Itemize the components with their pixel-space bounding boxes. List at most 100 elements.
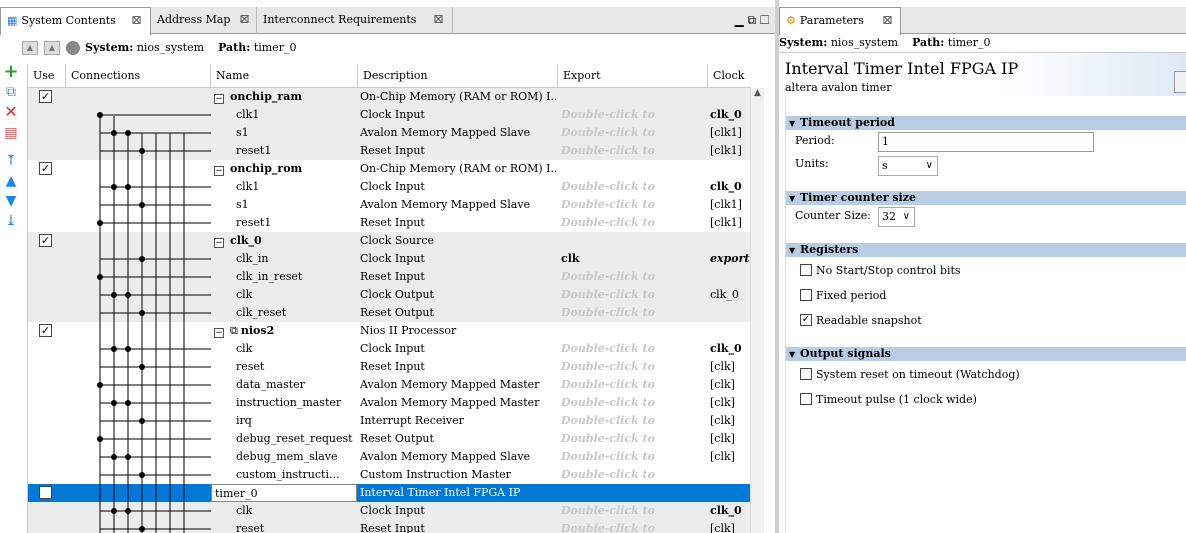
move-up-icon[interactable]: ▲ bbox=[2, 172, 20, 190]
clock-cell[interactable] bbox=[708, 232, 751, 250]
name-cell[interactable]: custom_instructi... bbox=[211, 466, 357, 484]
close-icon[interactable]: ⊠ bbox=[433, 7, 444, 33]
clock-cell[interactable]: clk_0 bbox=[708, 340, 751, 358]
tab-interconnect-requirements[interactable]: Interconnect Requirements ⊠ bbox=[257, 7, 453, 34]
clock-cell[interactable] bbox=[708, 268, 751, 286]
close-icon[interactable]: ⊠ bbox=[882, 8, 893, 34]
use-checkbox[interactable]: ✓ bbox=[39, 162, 52, 175]
export-cell[interactable]: Double-click to bbox=[558, 358, 706, 376]
connection-dot[interactable] bbox=[97, 112, 103, 118]
connection-dot[interactable] bbox=[139, 364, 145, 370]
no-startstop-checkbox[interactable] bbox=[800, 264, 812, 276]
use-checkbox[interactable]: ✓ bbox=[39, 324, 52, 337]
collapse-tree-icon[interactable]: − bbox=[214, 166, 224, 176]
connection-dot[interactable] bbox=[139, 310, 145, 316]
name-cell[interactable]: debug_mem_slave bbox=[211, 448, 357, 466]
timeout-pulse-checkbox[interactable] bbox=[800, 393, 812, 405]
name-cell[interactable]: − clk_0 bbox=[211, 232, 357, 250]
clock-cell[interactable]: [clk1] bbox=[708, 196, 751, 214]
name-cell[interactable]: − ⧉ nios2 bbox=[211, 322, 357, 340]
restore-icon[interactable]: ⧉ bbox=[748, 13, 757, 27]
export-cell[interactable]: Double-click to bbox=[558, 178, 706, 196]
col-clock[interactable]: Clock bbox=[708, 64, 751, 88]
export-cell[interactable]: Double-click to bbox=[558, 268, 706, 286]
connection-dot[interactable] bbox=[111, 346, 117, 352]
remove-icon[interactable]: ✕ bbox=[2, 103, 20, 121]
name-cell[interactable]: reset bbox=[211, 358, 357, 376]
move-down-icon[interactable]: ▼ bbox=[2, 192, 20, 210]
col-export[interactable]: Export bbox=[558, 64, 708, 88]
connection-dot[interactable] bbox=[97, 274, 103, 280]
export-cell[interactable] bbox=[558, 160, 706, 178]
section-registers[interactable]: ▼ Registers bbox=[786, 243, 1186, 257]
add-component-icon[interactable]: ⧉ bbox=[2, 83, 20, 101]
section-output-signals[interactable]: ▼ Output signals bbox=[786, 347, 1186, 361]
connection-dot[interactable] bbox=[139, 418, 145, 424]
clock-cell[interactable]: [clk] bbox=[708, 412, 751, 430]
name-cell[interactable]: clk1 bbox=[211, 106, 357, 124]
minimize-icon[interactable]: ▁ bbox=[734, 13, 743, 27]
system-reset-checkbox[interactable] bbox=[800, 368, 812, 380]
connection-dot[interactable] bbox=[111, 508, 117, 514]
table-scrollbar[interactable]: ▲ bbox=[750, 88, 764, 533]
export-cell[interactable]: Double-click to bbox=[558, 286, 706, 304]
clock-cell[interactable]: [clk] bbox=[708, 358, 751, 376]
name-cell[interactable]: debug_reset_request bbox=[211, 430, 357, 448]
col-connections[interactable]: Connections bbox=[66, 64, 211, 88]
section-timer-counter-size[interactable]: ▼ Timer counter size bbox=[786, 191, 1186, 205]
clock-cell[interactable]: clk_0 bbox=[708, 106, 751, 124]
readable-snapshot-checkbox[interactable]: ✓ bbox=[800, 314, 812, 326]
clock-cell[interactable]: [clk] bbox=[708, 430, 751, 448]
export-cell[interactable]: Double-click to bbox=[558, 448, 706, 466]
clock-cell[interactable] bbox=[708, 484, 751, 502]
add-icon[interactable]: + bbox=[2, 63, 20, 81]
clock-cell[interactable] bbox=[708, 160, 751, 178]
col-use[interactable]: Use bbox=[28, 64, 66, 88]
clock-cell[interactable]: clk_0 bbox=[708, 286, 751, 304]
connection-dot[interactable] bbox=[97, 220, 103, 226]
name-cell[interactable]: reset1 bbox=[211, 214, 357, 232]
clock-cell[interactable]: [clk] bbox=[708, 520, 751, 533]
connection-dot[interactable] bbox=[97, 436, 103, 442]
connection-dot[interactable] bbox=[111, 454, 117, 460]
name-cell[interactable]: clk_in bbox=[211, 250, 357, 268]
export-cell[interactable]: Double-click to bbox=[558, 214, 706, 232]
collapse-tree-icon[interactable]: − bbox=[214, 328, 224, 338]
connection-dot[interactable] bbox=[125, 400, 131, 406]
connection-dot[interactable] bbox=[125, 454, 131, 460]
clock-cell[interactable] bbox=[708, 322, 751, 340]
name-cell[interactable]: s1 bbox=[211, 124, 357, 142]
close-icon[interactable]: ⊠ bbox=[131, 8, 142, 34]
name-cell[interactable]: timer_0 bbox=[211, 484, 357, 502]
component-name-editor[interactable]: timer_0 bbox=[215, 487, 258, 500]
clock-cell[interactable]: [clk] bbox=[708, 376, 751, 394]
scroll-up-icon[interactable]: ▲ bbox=[751, 88, 764, 98]
up-level-icon[interactable]: ▲ bbox=[22, 41, 38, 55]
connection-dot[interactable] bbox=[97, 382, 103, 388]
name-cell[interactable]: clk_reset bbox=[211, 304, 357, 322]
export-cell[interactable]: Double-click to bbox=[558, 430, 706, 448]
tab-parameters[interactable]: ⚙ Parameters ⊠ bbox=[779, 7, 901, 35]
units-select[interactable]: s ∨ bbox=[878, 156, 938, 176]
top-level-icon[interactable]: ▲ bbox=[44, 41, 60, 55]
name-cell[interactable]: − onchip_rom bbox=[211, 160, 357, 178]
export-cell[interactable]: Double-click to bbox=[558, 304, 706, 322]
use-checkbox[interactable]: ✓ bbox=[39, 234, 52, 247]
export-cell[interactable]: Double-click to bbox=[558, 106, 706, 124]
connection-dot[interactable] bbox=[125, 346, 131, 352]
export-cell[interactable]: Double-click to bbox=[558, 394, 706, 412]
name-cell[interactable]: irq bbox=[211, 412, 357, 430]
clock-cell[interactable]: [clk1] bbox=[708, 214, 751, 232]
name-cell[interactable]: clk bbox=[211, 340, 357, 358]
maximize-icon[interactable]: ☐ bbox=[760, 13, 769, 27]
clock-cell[interactable]: export bbox=[708, 250, 751, 268]
connection-dot[interactable] bbox=[125, 508, 131, 514]
fixed-period-checkbox[interactable] bbox=[800, 289, 812, 301]
use-checkbox[interactable]: ✓ bbox=[39, 90, 52, 103]
connection-dot[interactable] bbox=[111, 400, 117, 406]
clock-cell[interactable] bbox=[708, 304, 751, 322]
export-cell[interactable] bbox=[558, 232, 706, 250]
export-cell[interactable]: Double-click to bbox=[558, 502, 706, 520]
connection-dot[interactable] bbox=[139, 148, 145, 154]
clock-cell[interactable]: [clk1] bbox=[708, 142, 751, 160]
